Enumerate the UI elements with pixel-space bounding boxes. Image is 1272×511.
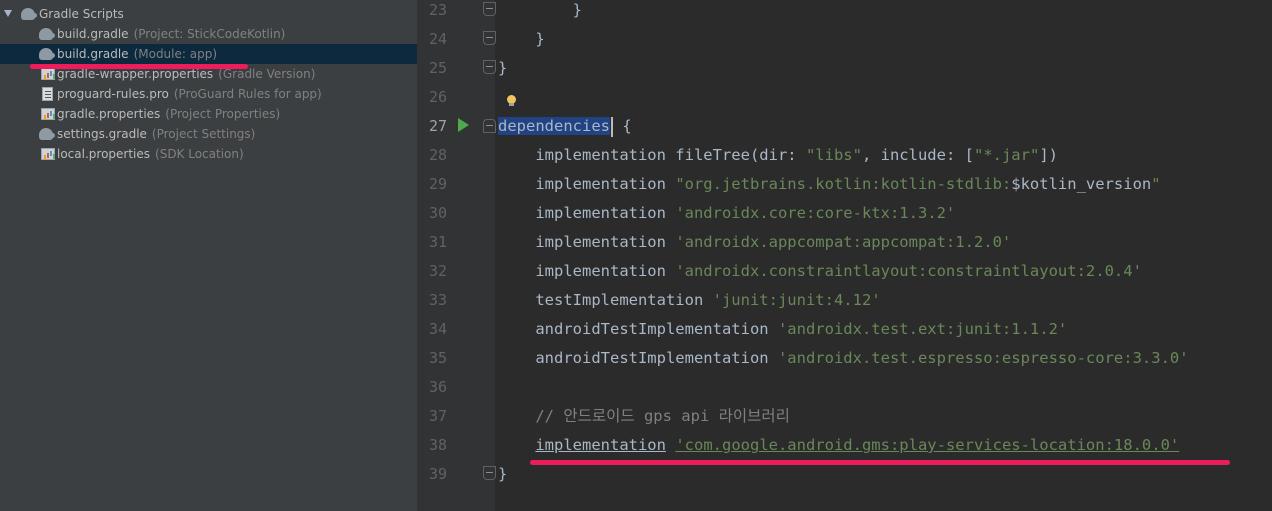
tree-item-name: local.properties [57,147,151,161]
line-number: 36 [428,378,447,396]
fold-marker-icon[interactable] [483,31,496,45]
line-number: 25 [428,59,447,77]
code-line: androidTestImplementation 'androidx.test… [498,349,1189,367]
run-gutter-icon[interactable] [458,118,469,132]
code-line: implementation 'androidx.appcompat:appco… [498,233,1012,251]
gradle-elephant-icon [21,8,37,20]
line-number: 28 [428,146,447,164]
line-number: 27 [428,117,447,135]
tree-item-name: gradle-wrapper.properties [57,67,214,81]
code-comment: // 안드로이드 gps api 라이브러리 [498,407,790,425]
line-number: 31 [428,233,447,251]
code-line: } [498,465,508,483]
code-line: implementation fileTree(dir: "libs", inc… [498,146,1058,164]
properties-file-icon [41,108,55,120]
tree-node-gradle-scripts[interactable]: Gradle Scripts [0,4,417,24]
line-number: 35 [428,349,447,367]
chevron-down-icon[interactable] [4,10,12,17]
code-editor[interactable]: 23 24 25 26 27 28 29 30 31 32 33 34 35 3… [417,0,1272,511]
line-number: 37 [428,407,447,425]
code-line: implementation 'androidx.constraintlayou… [498,262,1142,280]
highlight-underline [530,460,1230,465]
tree-item-build-gradle-project[interactable]: build.gradle (Project: StickCodeKotlin) [0,24,417,44]
line-number: 24 [428,30,447,48]
gradle-elephant-icon [39,128,55,140]
tree-item-name: build.gradle [57,27,129,41]
fold-marker-icon[interactable] [483,466,496,480]
line-number: 33 [428,291,447,309]
selected-keyword: dependencies [498,117,610,135]
tree-item-name: settings.gradle [57,127,147,141]
properties-file-icon [41,148,55,160]
tree-item-hint: (ProGuard Rules for app) [173,87,322,101]
code-line: } [498,59,508,77]
tree-item-hint: (Project Settings) [151,127,256,141]
properties-file-icon [41,68,55,80]
fold-marker-icon[interactable] [483,119,496,133]
code-line: } [498,30,545,48]
tree-item-local-properties[interactable]: local.properties (SDK Location) [0,144,417,164]
line-number: 34 [428,320,447,338]
tree-item-name: build.gradle [57,47,129,61]
highlight-underline [30,64,248,69]
text-file-icon [42,87,53,101]
line-number: 39 [428,465,447,483]
tree-item-name: gradle.properties [57,107,161,121]
fold-marker-icon[interactable] [483,2,496,16]
line-number: 29 [428,175,447,193]
tree-item-settings-gradle[interactable]: settings.gradle (Project Settings) [0,124,417,144]
tree-item-hint: (Project: StickCodeKotlin) [133,27,286,41]
tree-item-gradle-properties[interactable]: gradle.properties (Project Properties) [0,104,417,124]
tree-item-build-gradle-module[interactable]: build.gradle (Module: app) [0,44,417,64]
tree-item-name: proguard-rules.pro [57,87,169,101]
tree-item-hint: (Module: app) [133,47,218,61]
tree-item-hint: (Project Properties) [165,107,281,121]
code-line: androidTestImplementation 'androidx.test… [498,320,1068,338]
fold-marker-icon[interactable] [483,60,496,74]
tree-node-label: Gradle Scripts [39,7,124,21]
code-line: implementation 'androidx.core:core-ktx:1… [498,204,956,222]
line-number: 32 [428,262,447,280]
tree-item-proguard-rules[interactable]: proguard-rules.pro (ProGuard Rules for ap… [0,84,417,104]
code-line-highlighted: implementation 'com.google.android.gms:p… [535,436,1180,454]
tree-item-hint: (SDK Location) [155,147,244,161]
editor-gutter: 23 24 25 26 27 28 29 30 31 32 33 34 35 3… [417,0,496,511]
line-number: 23 [428,1,447,19]
code-line: testImplementation 'junit:junit:4.12' [498,291,881,309]
gradle-elephant-icon [39,48,55,60]
gradle-elephant-icon [39,28,55,40]
line-number: 38 [428,436,447,454]
code-line: implementation "org.jetbrains.kotlin:kot… [498,175,1161,193]
code-line: } [498,1,582,19]
line-number: 26 [428,88,447,106]
lightbulb-icon[interactable] [507,95,516,106]
tree-item-hint: (Gradle Version) [218,67,316,81]
code-line: dependencies { [498,116,632,137]
line-number: 30 [428,204,447,222]
project-tree-panel: Gradle Scripts build.gradle (Project: Sti… [0,0,417,511]
